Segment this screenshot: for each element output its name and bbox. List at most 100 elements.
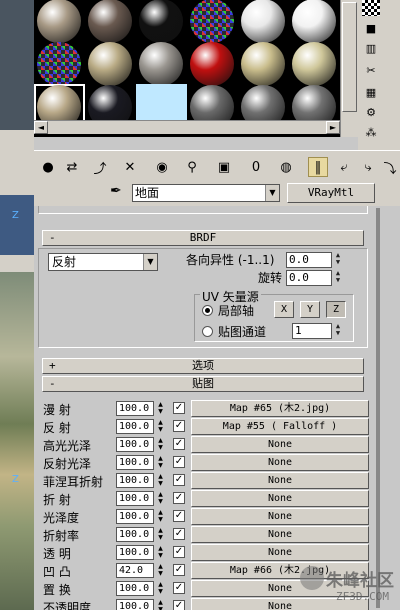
go-to-parent-icon[interactable]: ⤶ <box>334 157 354 177</box>
scroll-left-icon[interactable]: ◄ <box>34 121 48 134</box>
map-enabled-checkbox[interactable]: ✓ <box>173 564 185 576</box>
make-preview-icon[interactable]: ▦ <box>362 84 380 100</box>
put-to-library-icon[interactable]: ▣ <box>214 157 234 177</box>
get-material-icon[interactable]: ● <box>38 157 58 177</box>
map-amount-spinner[interactable]: 100.0 <box>116 473 154 488</box>
spinner-arrows-icon[interactable]: ▲ ▼ <box>156 437 165 452</box>
rollout-options-header[interactable]: + 选项 <box>42 358 364 374</box>
material-slot[interactable] <box>187 41 238 86</box>
video-color-check-icon[interactable]: ✂ <box>362 62 380 78</box>
material-name-field[interactable]: 地面 ▼ <box>132 184 280 202</box>
map-amount-spinner[interactable]: 100.0 <box>116 527 154 542</box>
spinner-arrows-icon[interactable]: ▲ ▼ <box>156 455 165 470</box>
map-enabled-checkbox[interactable]: ✓ <box>173 600 185 610</box>
go-forward-icon[interactable]: ⤷ <box>358 157 378 177</box>
map-slot-button[interactable]: Map #55 ( Falloff ) <box>191 418 369 435</box>
map-slot-button[interactable]: None <box>191 544 369 561</box>
spinner-arrows-icon[interactable]: ▲ ▼ <box>156 491 165 506</box>
map-enabled-checkbox[interactable]: ✓ <box>173 456 185 468</box>
map-slot-button[interactable]: Map #65 (木2.jpg) <box>191 400 369 417</box>
material-slot[interactable] <box>34 41 85 86</box>
map-enabled-checkbox[interactable]: ✓ <box>173 420 185 432</box>
material-slot[interactable] <box>136 41 187 86</box>
material-slot[interactable] <box>238 0 289 43</box>
map-slot-button[interactable]: None <box>191 454 369 471</box>
chevron-down-icon[interactable]: ▼ <box>265 185 279 201</box>
show-map-icon[interactable]: ◍ <box>276 157 296 177</box>
brdf-type-select[interactable]: 反射 ▼ <box>48 253 158 271</box>
backlight-icon[interactable]: ■ <box>362 20 380 36</box>
spinner-arrows-icon[interactable]: ▲ ▼ <box>156 563 165 578</box>
background-icon[interactable] <box>362 0 380 16</box>
material-slot[interactable] <box>289 41 340 86</box>
material-slot[interactable] <box>187 0 238 43</box>
map-slot-button[interactable]: None <box>191 526 369 543</box>
spinner-arrows-icon[interactable]: ▲ ▼ <box>156 581 165 596</box>
map-amount-spinner[interactable]: 100.0 <box>116 491 154 506</box>
spinner-arrows-icon[interactable]: ▲ ▼ <box>156 473 165 488</box>
spinner-arrows-icon[interactable]: ▲ ▼ <box>156 599 165 610</box>
axis-x-button[interactable]: X <box>274 301 294 318</box>
scroll-track[interactable] <box>376 208 380 608</box>
reset-icon[interactable]: ✕ <box>120 157 140 177</box>
spinner-arrows-icon[interactable]: ▲ ▼ <box>333 270 343 286</box>
spinner-arrows-icon[interactable]: ▲ ▼ <box>156 527 165 542</box>
viewport-strip[interactable]: Z Z <box>0 0 34 610</box>
map-channel-radio[interactable] <box>202 326 213 337</box>
map-amount-spinner[interactable]: 100.0 <box>116 545 154 560</box>
map-enabled-checkbox[interactable]: ✓ <box>173 546 185 558</box>
scroll-right-icon[interactable]: ► <box>326 121 340 134</box>
spinner-arrows-icon[interactable]: ▲ ▼ <box>156 509 165 524</box>
map-amount-spinner[interactable]: 100.0 <box>116 419 154 434</box>
rollout-maps-header[interactable]: - 贴图 <box>42 376 364 392</box>
select-by-material-icon[interactable]: ⁂ <box>362 124 380 140</box>
material-type-button[interactable]: VRayMtl <box>287 183 375 203</box>
go-sibling-icon[interactable]: ⤵ <box>380 157 400 177</box>
spinner-arrows-icon[interactable]: ▲ ▼ <box>156 419 165 434</box>
map-enabled-checkbox[interactable]: ✓ <box>173 492 185 504</box>
map-amount-spinner[interactable]: 100.0 <box>116 455 154 470</box>
make-unique-icon[interactable]: ⚲ <box>182 157 202 177</box>
make-copy-icon[interactable]: ◉ <box>152 157 172 177</box>
assign-material-icon[interactable]: ⤴ <box>90 157 110 177</box>
show-end-result-icon[interactable]: ‖ <box>308 157 328 177</box>
spinner-arrows-icon[interactable]: ▲ ▼ <box>156 545 165 560</box>
material-slot[interactable] <box>85 41 136 86</box>
spinner-arrows-icon[interactable]: ▲ ▼ <box>333 323 343 339</box>
map-slot-button[interactable]: None <box>191 508 369 525</box>
map-slot-button[interactable]: None <box>191 472 369 489</box>
options-icon[interactable]: ⚙ <box>362 104 380 120</box>
map-enabled-checkbox[interactable]: ✓ <box>173 510 185 522</box>
sample-uv-icon[interactable]: ▥ <box>362 40 380 56</box>
map-slot-button[interactable]: None <box>191 436 369 453</box>
map-enabled-checkbox[interactable]: ✓ <box>173 402 185 414</box>
map-enabled-checkbox[interactable]: ✓ <box>173 582 185 594</box>
map-channel-spinner[interactable]: 1 ▲ ▼ <box>292 323 340 339</box>
put-to-scene-icon[interactable]: ⇄ <box>62 157 82 177</box>
local-axis-radio[interactable] <box>202 305 213 316</box>
material-slot[interactable] <box>289 0 340 43</box>
spinner-arrows-icon[interactable]: ▲ ▼ <box>156 401 165 416</box>
material-id-icon[interactable]: 0 <box>246 157 266 177</box>
map-slot-button[interactable]: None <box>191 490 369 507</box>
material-slot[interactable] <box>34 0 85 43</box>
slots-horizontal-scrollbar[interactable]: ◄ ► <box>34 120 340 134</box>
scroll-thumb[interactable] <box>342 2 357 112</box>
map-amount-spinner[interactable]: 100.0 <box>116 509 154 524</box>
material-slot[interactable] <box>238 41 289 86</box>
map-enabled-checkbox[interactable]: ✓ <box>173 438 185 450</box>
map-amount-spinner[interactable]: 100.0 <box>116 581 154 596</box>
spinner-arrows-icon[interactable]: ▲ ▼ <box>333 252 343 268</box>
rollout-brdf-header[interactable]: - BRDF <box>42 230 364 246</box>
panel-scrollbar[interactable] <box>372 206 400 610</box>
rotation-spinner[interactable]: 0.0 ▲ ▼ <box>286 270 340 286</box>
chevron-down-icon[interactable]: ▼ <box>143 254 157 270</box>
slots-vertical-scrollbar[interactable] <box>340 0 358 137</box>
map-amount-spinner[interactable]: 100.0 <box>116 437 154 452</box>
map-amount-spinner[interactable]: 42.0 <box>116 563 154 578</box>
map-amount-spinner[interactable]: 100.0 <box>116 401 154 416</box>
axis-z-button[interactable]: Z <box>326 301 346 318</box>
material-slot[interactable] <box>136 0 187 43</box>
anisotropy-spinner[interactable]: 0.0 ▲ ▼ <box>286 252 340 268</box>
map-amount-spinner[interactable]: 100.0 <box>116 599 154 610</box>
